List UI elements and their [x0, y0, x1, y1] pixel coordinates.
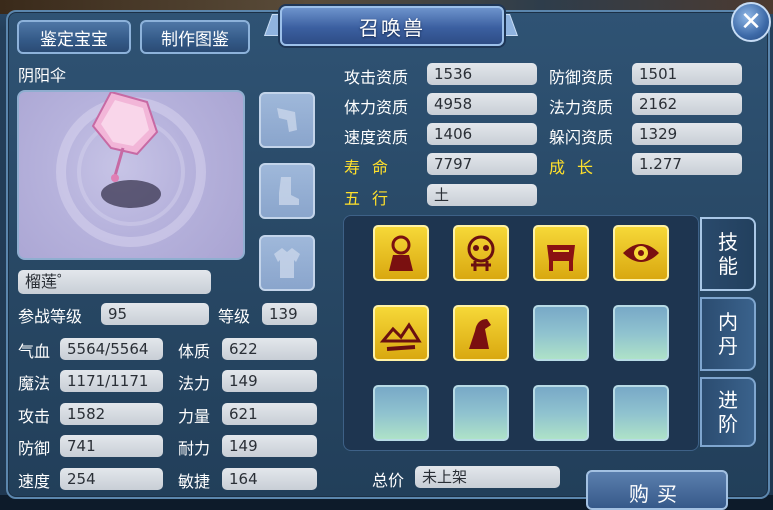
appraise-button[interactable]: 鉴定宝宝: [17, 20, 131, 54]
stat-hp: 5564/5564: [60, 338, 163, 360]
skill-slot-6[interactable]: [453, 305, 509, 361]
price-value: 未上架: [415, 466, 560, 488]
stat-label-defense: 防御: [18, 439, 51, 458]
tab-advance[interactable]: 进阶: [700, 377, 756, 447]
apt-label-attack: 攻击资质: [344, 68, 409, 87]
skill-icon-2: [467, 235, 495, 271]
equip-slot-helmet[interactable]: [259, 92, 315, 148]
skill-slot-4[interactable]: [613, 225, 669, 281]
skill-slot-empty[interactable]: [533, 305, 589, 361]
skill-slot-1[interactable]: [373, 225, 429, 281]
apt-attack: 1536: [427, 63, 537, 85]
tab-inner-core-label: 内丹: [718, 310, 738, 358]
apt-vitality: 4958: [427, 93, 537, 115]
skill-icon-3: [547, 245, 575, 271]
tab-inner-core[interactable]: 内丹: [700, 297, 756, 371]
apt-growth: 1.277: [632, 153, 742, 175]
apt-element: 土: [427, 184, 537, 206]
window-title-bar: 召唤兽: [280, 6, 504, 46]
apt-label-lifespan: 寿命: [344, 158, 401, 177]
apt-speed: 1406: [427, 123, 537, 145]
pet-species: 阴阳伞: [18, 66, 67, 85]
stat-label-attack: 攻击: [18, 407, 51, 426]
stat-mp: 1171/1171: [60, 370, 163, 392]
stat-magic: 149: [222, 370, 317, 392]
tab-skills-label: 技能: [718, 230, 738, 278]
skill-icon-6: [469, 319, 491, 349]
stat-speed: 254: [60, 468, 163, 490]
skill-slot-empty[interactable]: [613, 385, 669, 441]
buy-button[interactable]: 购买: [586, 470, 728, 510]
apt-label-speed: 速度资质: [344, 128, 409, 147]
apt-defense: 1501: [632, 63, 742, 85]
window-title: 召唤兽: [359, 15, 425, 40]
apt-label-dodge: 躲闪资质: [549, 128, 614, 147]
stat-defense: 741: [60, 435, 163, 457]
skill-icon-1: [389, 235, 413, 271]
pet-name-field[interactable]: 榴莲゜: [18, 270, 211, 294]
skill-slot-empty[interactable]: [373, 385, 429, 441]
stat-label-constitution: 体质: [178, 342, 211, 361]
skill-slot-empty[interactable]: [613, 305, 669, 361]
stat-label-battle-level: 参战等级: [18, 307, 83, 326]
skill-slot-2[interactable]: [453, 225, 509, 281]
tab-skills[interactable]: 技能: [700, 217, 756, 291]
stat-level: 139: [262, 303, 317, 325]
apt-lifespan: 7797: [427, 153, 537, 175]
stat-label-agility: 敏捷: [178, 472, 211, 491]
close-button[interactable]: ✕: [731, 2, 771, 42]
stat-agility: 164: [222, 468, 317, 490]
price-label: 总价: [372, 471, 405, 490]
stat-endurance: 149: [222, 435, 317, 457]
equip-slot-boots[interactable]: [259, 163, 315, 219]
stat-label-endurance: 耐力: [178, 439, 211, 458]
stat-label-level: 等级: [218, 307, 251, 326]
apt-label-mana: 法力资质: [549, 98, 614, 117]
stat-attack: 1582: [60, 403, 163, 425]
skill-slot-empty[interactable]: [533, 385, 589, 441]
apt-dodge: 1329: [632, 123, 742, 145]
tab-advance-label: 进阶: [718, 388, 738, 436]
make-catalog-button[interactable]: 制作图鉴: [140, 20, 250, 54]
stat-strength: 621: [222, 403, 317, 425]
stat-battle-level: 95: [101, 303, 209, 325]
stat-label-mp: 魔法: [18, 374, 51, 393]
skill-slot-3[interactable]: [533, 225, 589, 281]
equip-slot-armor[interactable]: [259, 235, 315, 291]
helmet-icon: [277, 108, 297, 132]
apt-label-defense: 防御资质: [549, 68, 614, 87]
stat-constitution: 622: [222, 338, 317, 360]
stat-label-magic: 法力: [178, 374, 211, 393]
stat-label-strength: 力量: [178, 407, 211, 426]
pet-image: [56, 92, 206, 247]
apt-label-element: 五行: [344, 189, 401, 208]
stat-label-hp: 气血: [18, 342, 51, 361]
pet-portrait: [17, 90, 245, 260]
boots-icon: [279, 177, 299, 205]
armor-icon: [274, 248, 300, 278]
apt-label-vitality: 体力资质: [344, 98, 409, 117]
stat-label-speed: 速度: [18, 472, 51, 491]
apt-mana: 2162: [632, 93, 742, 115]
skill-slot-empty[interactable]: [453, 385, 509, 441]
close-icon: ✕: [740, 7, 762, 37]
skill-icon-4: [623, 244, 659, 262]
skill-slot-5[interactable]: [373, 305, 429, 361]
skill-icon-5: [379, 322, 422, 351]
apt-label-growth: 成长: [549, 158, 606, 177]
